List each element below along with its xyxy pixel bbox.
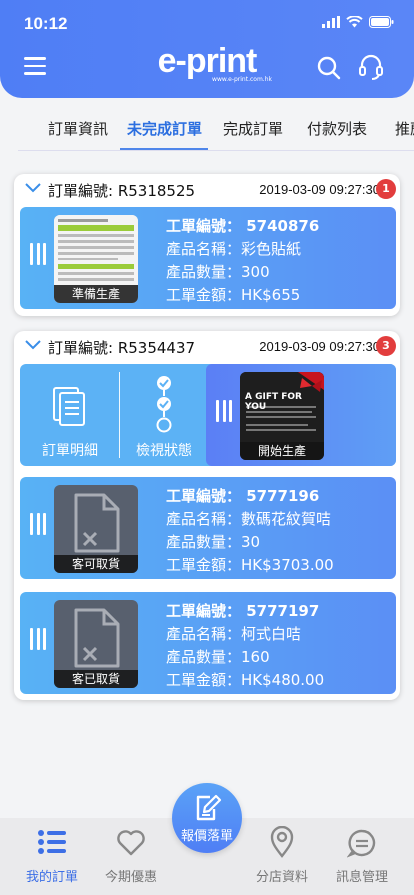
job-item[interactable]: 客已取貨 工單編號： 5777197 產品名稱：柯式白咭 產品數量：160 工單… [20,592,396,694]
drag-handle-icon[interactable] [30,513,46,535]
view-status-button[interactable]: 檢視狀態 [120,364,208,466]
tab-order-info[interactable]: 訂單資訊 [48,118,108,139]
signal-icon [322,16,340,28]
order-detail-label: 訂單明細 [42,443,98,459]
gift-card-title: A GIFT FOR YOU [245,392,302,412]
job-number: 工單編號： 5777196 [166,487,320,505]
job-item[interactable]: 客可取貨 工單編號： 5777196 產品名稱：數碼花紋賀咭 產品數量：30 工… [20,477,396,579]
job-info: 工單編號： 5740876 產品名稱：彩色貼紙 產品數量：300 工單金額：HK… [166,215,319,307]
job-number: 工單編號： 5777197 [166,602,320,620]
e-print-logo: e-print www.e-print.com.hk [157,42,272,83]
order-number: 訂單編號: R5354437 [48,339,196,357]
order-tabs: 訂單資訊 未完成訂單 完成訂單 付款列表 推薦 [0,110,414,152]
chevron-down-icon[interactable] [24,182,42,194]
edit-document-icon [196,794,222,821]
order-detail-button[interactable]: 訂單明細 [20,364,120,466]
job-number: 工單編號： 5740876 [166,217,320,235]
pickup-status-label: 客可取貨 [54,555,138,573]
product-name: 產品名稱：數碼花紋賀咭 [166,510,332,528]
location-pin-icon [270,826,294,858]
missing-file-icon [74,608,120,668]
nav-messages-label: 訊息管理 [335,870,388,885]
battery-icon [369,16,394,28]
product-quantity: 產品數量：30 [166,533,261,551]
status-time: 10:12 [24,14,68,33]
tab-completed-orders[interactable]: 完成訂單 [223,118,283,139]
product-name: 產品名稱：柯式白咭 [166,625,302,643]
chevron-down-icon[interactable] [24,339,42,351]
chat-bubble-icon [347,829,376,858]
heart-icon [117,830,145,856]
quote-order-label: 報價落單 [180,829,233,844]
job-item[interactable]: 準備生產 工單編號： 5740876 產品名稱：彩色貼紙 產品數量：300 工單… [20,207,396,309]
order-date: 2019-03-09 09:27:30 [259,339,380,354]
list-icon [38,830,66,854]
view-status-label: 檢視狀態 [136,443,192,459]
job-amount: 工單金額：HK$480.00 [166,671,325,689]
price-sheet-image [54,215,138,285]
order-header[interactable]: 訂單編號: R5354437 2019-03-09 09:27:30 3 [14,331,400,361]
drag-handle-icon[interactable] [30,243,46,265]
drag-handle-icon[interactable] [30,628,46,650]
product-thumbnail: 客可取貨 [54,485,138,573]
tab-incomplete-orders[interactable]: 未完成訂單 [127,118,202,139]
document-icon [53,387,85,426]
order-badge: 1 [376,179,396,199]
tab-divider [18,150,414,151]
order-header[interactable]: 訂單編號: R5318525 2019-03-09 09:27:30 1 [14,174,400,204]
tab-recommend[interactable]: 推薦 [395,118,414,139]
order-actions: 訂單明細 檢視狀態 A GIFT FOR YOU 開始生產 [20,364,396,466]
job-info: 工單編號： 5777196 產品名稱：數碼花紋賀咭 產品數量：30 工單金額：H… [166,485,334,577]
order-card: 訂單編號: R5318525 2019-03-09 09:27:30 1 準備生… [14,174,400,316]
product-thumbnail: A GIFT FOR YOU 開始生產 [240,372,324,460]
order-card: 訂單編號: R5354437 2019-03-09 09:27:30 3 訂單明… [14,331,400,700]
headset-icon[interactable] [357,53,385,81]
nav-stores-label: 分店資料 [255,870,308,885]
drag-handle-icon[interactable] [216,400,232,422]
tab-payment-list[interactable]: 付款列表 [307,118,367,139]
pickup-status-label: 客已取貨 [54,670,138,688]
order-badge: 3 [376,336,396,356]
order-number: 訂單編號: R5318525 [48,182,196,200]
product-thumbnail: 客已取貨 [54,600,138,688]
quote-order-button[interactable]: 報價落單 [172,783,242,853]
product-quantity: 產品數量：160 [166,648,270,666]
order-date: 2019-03-09 09:27:30 [259,182,380,197]
wifi-icon [346,16,363,28]
search-icon[interactable] [317,56,341,80]
job-amount: 工單金額：HK$655 [166,286,301,304]
nav-my-orders-label: 我的訂單 [25,870,78,885]
job-info: 工單編號： 5777197 產品名稱：柯式白咭 產品數量：160 工單金額：HK… [166,600,324,692]
start-production-item[interactable]: A GIFT FOR YOU 開始生產 [206,364,396,466]
nav-offers-label: 今期優惠 [104,870,157,885]
job-amount: 工單金額：HK$3703.00 [166,556,334,574]
start-production-label: 開始生產 [240,442,324,460]
product-thumbnail: 準備生產 [54,215,138,303]
status-icons [322,16,394,28]
production-status-label: 準備生產 [54,285,138,303]
missing-file-icon [74,493,120,553]
app-header: 10:12 e-print www.e-print.com.hk [0,0,414,98]
product-name: 產品名稱：彩色貼紙 [166,240,302,258]
product-quantity: 產品數量：300 [166,263,270,281]
progress-steps-icon [156,376,172,433]
menu-icon[interactable] [24,57,46,75]
